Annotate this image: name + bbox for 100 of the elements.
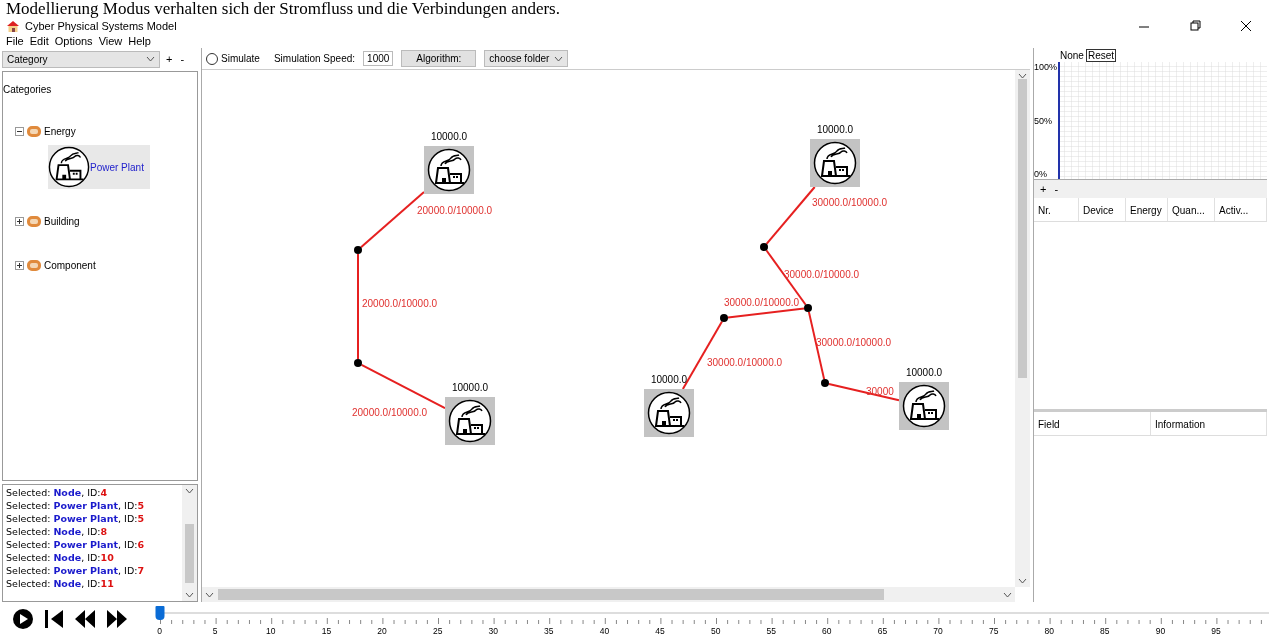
log-line: Selected: Node, ID:8 — [6, 525, 109, 538]
slider-thumb[interactable] — [155, 606, 165, 620]
tree-item[interactable]: Power Plant — [48, 145, 150, 189]
log-line: Selected: Power Plant, ID:5 — [6, 499, 146, 512]
log-line: Selected: Power Plant, ID:5 — [6, 512, 146, 525]
speed-field[interactable]: 1000 — [363, 51, 394, 66]
plant-value: 10000.0 — [650, 373, 688, 385]
plant-value: 10000.0 — [430, 130, 468, 142]
plant-value: 10000.0 — [816, 123, 854, 135]
tick-label: 95 — [1211, 626, 1221, 636]
menu-item[interactable]: Options — [54, 35, 93, 47]
window-title: Cyber Physical Systems Model — [25, 20, 178, 32]
folder-icon — [27, 259, 41, 271]
node-dot[interactable] — [760, 243, 768, 251]
skip-start-icon[interactable] — [44, 609, 64, 629]
tick-label: 85 — [1100, 626, 1110, 636]
tree-item[interactable]: Energy — [44, 125, 76, 137]
power-plant-icon[interactable] — [424, 146, 474, 194]
play-icon[interactable] — [12, 608, 34, 630]
fast-forward-icon[interactable] — [106, 609, 128, 629]
menu-item[interactable]: Help — [128, 35, 151, 47]
collapse-icon[interactable] — [15, 126, 24, 136]
edge-label: 30000.0/10000.0 — [784, 268, 860, 280]
tick-label: 35 — [544, 626, 554, 636]
tick-label: 20 — [377, 626, 387, 636]
column-header[interactable]: Nr. — [1034, 198, 1079, 221]
edge-label: 20000.0/10000.0 — [417, 204, 493, 216]
simulate-label: Simulate — [221, 53, 260, 64]
tick-label: 25 — [432, 626, 443, 636]
tick-label: 0 — [157, 626, 162, 636]
speed-label: Simulation Speed: — [273, 53, 356, 64]
node-dot[interactable] — [804, 304, 812, 312]
scrollbar-thumb[interactable] — [185, 523, 194, 584]
power-plant-icon[interactable] — [810, 139, 860, 187]
edge-label: 30000.0/10000.0 — [724, 296, 800, 308]
edge-label: 30000 — [866, 385, 894, 397]
log-line: Selected: Node, ID:4 — [6, 486, 109, 499]
tick-label: 90 — [1155, 626, 1166, 636]
simulate-radio[interactable] — [206, 52, 218, 65]
menu-item[interactable]: View — [98, 35, 123, 47]
heading-text: Modellierung Modus verhalten sich der Stromfluss und die Verbindungen anders. — [5, 0, 561, 18]
power-plant-icon[interactable] — [899, 382, 949, 430]
tick-label: 75 — [988, 626, 999, 636]
tick-label: 5 — [212, 626, 218, 636]
menu-item[interactable]: Edit — [29, 35, 49, 47]
tick-label: 70 — [933, 626, 943, 636]
caret-icon — [146, 56, 155, 62]
column-header[interactable]: Activ... — [1215, 198, 1267, 221]
axis-label: 50% — [1034, 115, 1053, 126]
node-dot[interactable] — [354, 246, 362, 254]
log-line: Selected: Node, ID:11 — [6, 577, 115, 590]
tree-item[interactable]: Component — [44, 259, 96, 271]
algorithm-button[interactable]: Algorithm: — [401, 50, 477, 67]
edge-label: 20000.0/10000.0 — [352, 406, 428, 418]
caret-icon — [554, 55, 564, 62]
tick-label: 15 — [321, 626, 332, 636]
power-plant-icon[interactable] — [644, 389, 694, 437]
tick-label: 10 — [266, 626, 276, 636]
column-header[interactable]: Device — [1079, 198, 1126, 221]
node-dot[interactable] — [720, 314, 728, 322]
node-dot[interactable] — [354, 359, 362, 367]
column-header[interactable]: Field — [1034, 412, 1151, 436]
plant-value: 10000.0 — [905, 366, 943, 378]
expand-icon[interactable] — [15, 260, 24, 270]
house-icon — [6, 20, 20, 32]
menu-item[interactable]: File — [6, 35, 24, 47]
power-plant-icon[interactable] — [445, 397, 495, 445]
tick-label: 50 — [710, 626, 721, 636]
scrollbar-thumb[interactable] — [218, 589, 884, 600]
folder-select[interactable]: choose folder — [484, 50, 569, 67]
edge-label: 30000.0/10000.0 — [812, 196, 888, 208]
caret-icon — [1018, 73, 1027, 79]
column-header[interactable]: Information — [1151, 412, 1267, 436]
tick-label: 65 — [877, 626, 888, 636]
log-line: Selected: Node, ID:10 — [6, 551, 115, 564]
folder-icon — [27, 215, 41, 227]
folder-icon — [27, 125, 41, 137]
column-header[interactable]: Quan... — [1168, 198, 1215, 221]
tree-item[interactable]: Building — [44, 215, 80, 227]
table-button[interactable]: - — [1052, 183, 1061, 195]
power-plant-icon — [48, 146, 90, 188]
tick-label: 55 — [766, 626, 776, 636]
category-button[interactable]: - — [178, 53, 187, 65]
scrollbar-thumb[interactable] — [1018, 79, 1027, 379]
column-header[interactable]: Energy — [1126, 198, 1168, 221]
rewind-icon[interactable] — [74, 609, 96, 629]
expand-icon[interactable] — [15, 216, 24, 226]
table-button[interactable]: + — [1038, 183, 1049, 195]
category-button[interactable]: + — [164, 53, 175, 65]
edge-label: 30000.0/10000.0 — [816, 336, 892, 348]
series-label: None — [1060, 49, 1084, 61]
log-line: Selected: Power Plant, ID:7 — [6, 564, 146, 577]
node-dot[interactable] — [821, 379, 829, 387]
tree-title: Categories — [3, 84, 53, 95]
tick-label: 80 — [1044, 626, 1054, 636]
edge-label: 30000.0/10000.0 — [707, 356, 783, 368]
log-line: Selected: Power Plant, ID:6 — [6, 538, 146, 551]
tick-label: 45 — [655, 626, 665, 636]
category-select[interactable]: Category — [2, 50, 160, 68]
reset-button[interactable]: Reset — [1085, 48, 1117, 62]
